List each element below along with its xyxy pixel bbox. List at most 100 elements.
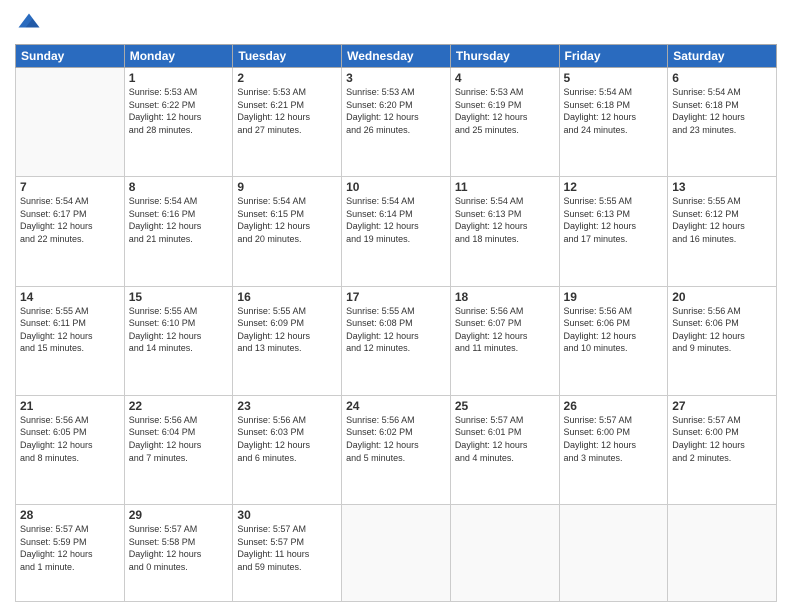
calendar-cell: 10Sunrise: 5:54 AM Sunset: 6:14 PM Dayli… [342,177,451,286]
weekday-header-row: SundayMondayTuesdayWednesdayThursdayFrid… [16,45,777,68]
calendar-cell: 17Sunrise: 5:55 AM Sunset: 6:08 PM Dayli… [342,286,451,395]
day-info: Sunrise: 5:55 AM Sunset: 6:11 PM Dayligh… [20,305,120,355]
day-info: Sunrise: 5:57 AM Sunset: 5:59 PM Dayligh… [20,523,120,573]
calendar-week-0: 1Sunrise: 5:53 AM Sunset: 6:22 PM Daylig… [16,68,777,177]
weekday-header-thursday: Thursday [450,45,559,68]
day-info: Sunrise: 5:54 AM Sunset: 6:18 PM Dayligh… [672,86,772,136]
day-number: 12 [564,180,664,194]
day-info: Sunrise: 5:57 AM Sunset: 5:57 PM Dayligh… [237,523,337,573]
weekday-header-wednesday: Wednesday [342,45,451,68]
day-number: 28 [20,508,120,522]
calendar-cell: 8Sunrise: 5:54 AM Sunset: 6:16 PM Daylig… [124,177,233,286]
day-info: Sunrise: 5:57 AM Sunset: 5:58 PM Dayligh… [129,523,229,573]
day-number: 17 [346,290,446,304]
day-info: Sunrise: 5:54 AM Sunset: 6:13 PM Dayligh… [455,195,555,245]
day-number: 24 [346,399,446,413]
weekday-header-sunday: Sunday [16,45,125,68]
calendar-cell: 19Sunrise: 5:56 AM Sunset: 6:06 PM Dayli… [559,286,668,395]
calendar-cell: 3Sunrise: 5:53 AM Sunset: 6:20 PM Daylig… [342,68,451,177]
day-number: 21 [20,399,120,413]
day-info: Sunrise: 5:54 AM Sunset: 6:18 PM Dayligh… [564,86,664,136]
calendar-cell: 23Sunrise: 5:56 AM Sunset: 6:03 PM Dayli… [233,395,342,504]
calendar-cell [559,505,668,602]
day-info: Sunrise: 5:56 AM Sunset: 6:05 PM Dayligh… [20,414,120,464]
calendar-cell: 22Sunrise: 5:56 AM Sunset: 6:04 PM Dayli… [124,395,233,504]
day-number: 8 [129,180,229,194]
calendar-cell: 24Sunrise: 5:56 AM Sunset: 6:02 PM Dayli… [342,395,451,504]
day-info: Sunrise: 5:56 AM Sunset: 6:03 PM Dayligh… [237,414,337,464]
day-info: Sunrise: 5:55 AM Sunset: 6:09 PM Dayligh… [237,305,337,355]
calendar-table: SundayMondayTuesdayWednesdayThursdayFrid… [15,44,777,602]
day-number: 7 [20,180,120,194]
calendar-cell: 29Sunrise: 5:57 AM Sunset: 5:58 PM Dayli… [124,505,233,602]
calendar-cell: 20Sunrise: 5:56 AM Sunset: 6:06 PM Dayli… [668,286,777,395]
calendar-cell: 30Sunrise: 5:57 AM Sunset: 5:57 PM Dayli… [233,505,342,602]
calendar-cell: 21Sunrise: 5:56 AM Sunset: 6:05 PM Dayli… [16,395,125,504]
day-info: Sunrise: 5:56 AM Sunset: 6:04 PM Dayligh… [129,414,229,464]
day-info: Sunrise: 5:55 AM Sunset: 6:10 PM Dayligh… [129,305,229,355]
day-info: Sunrise: 5:56 AM Sunset: 6:02 PM Dayligh… [346,414,446,464]
calendar-cell: 2Sunrise: 5:53 AM Sunset: 6:21 PM Daylig… [233,68,342,177]
weekday-header-saturday: Saturday [668,45,777,68]
calendar-cell [16,68,125,177]
day-number: 2 [237,71,337,85]
calendar-cell: 14Sunrise: 5:55 AM Sunset: 6:11 PM Dayli… [16,286,125,395]
day-number: 19 [564,290,664,304]
day-info: Sunrise: 5:56 AM Sunset: 6:06 PM Dayligh… [564,305,664,355]
calendar-cell: 15Sunrise: 5:55 AM Sunset: 6:10 PM Dayli… [124,286,233,395]
calendar-cell [668,505,777,602]
day-number: 29 [129,508,229,522]
day-number: 22 [129,399,229,413]
calendar-cell: 11Sunrise: 5:54 AM Sunset: 6:13 PM Dayli… [450,177,559,286]
calendar-cell [450,505,559,602]
day-number: 13 [672,180,772,194]
day-info: Sunrise: 5:53 AM Sunset: 6:22 PM Dayligh… [129,86,229,136]
calendar-cell: 16Sunrise: 5:55 AM Sunset: 6:09 PM Dayli… [233,286,342,395]
day-number: 26 [564,399,664,413]
calendar-cell: 27Sunrise: 5:57 AM Sunset: 6:00 PM Dayli… [668,395,777,504]
day-info: Sunrise: 5:56 AM Sunset: 6:07 PM Dayligh… [455,305,555,355]
day-number: 25 [455,399,555,413]
calendar-body: 1Sunrise: 5:53 AM Sunset: 6:22 PM Daylig… [16,68,777,602]
calendar-cell: 9Sunrise: 5:54 AM Sunset: 6:15 PM Daylig… [233,177,342,286]
calendar-cell: 25Sunrise: 5:57 AM Sunset: 6:01 PM Dayli… [450,395,559,504]
calendar-cell: 7Sunrise: 5:54 AM Sunset: 6:17 PM Daylig… [16,177,125,286]
day-info: Sunrise: 5:54 AM Sunset: 6:14 PM Dayligh… [346,195,446,245]
day-number: 20 [672,290,772,304]
day-number: 4 [455,71,555,85]
day-info: Sunrise: 5:54 AM Sunset: 6:17 PM Dayligh… [20,195,120,245]
day-number: 9 [237,180,337,194]
day-number: 11 [455,180,555,194]
calendar-week-1: 7Sunrise: 5:54 AM Sunset: 6:17 PM Daylig… [16,177,777,286]
day-info: Sunrise: 5:53 AM Sunset: 6:19 PM Dayligh… [455,86,555,136]
day-number: 10 [346,180,446,194]
day-info: Sunrise: 5:56 AM Sunset: 6:06 PM Dayligh… [672,305,772,355]
calendar-cell: 28Sunrise: 5:57 AM Sunset: 5:59 PM Dayli… [16,505,125,602]
day-number: 3 [346,71,446,85]
day-number: 5 [564,71,664,85]
calendar-week-3: 21Sunrise: 5:56 AM Sunset: 6:05 PM Dayli… [16,395,777,504]
calendar-cell: 12Sunrise: 5:55 AM Sunset: 6:13 PM Dayli… [559,177,668,286]
weekday-header-monday: Monday [124,45,233,68]
day-info: Sunrise: 5:55 AM Sunset: 6:12 PM Dayligh… [672,195,772,245]
calendar-cell: 18Sunrise: 5:56 AM Sunset: 6:07 PM Dayli… [450,286,559,395]
calendar-cell [342,505,451,602]
day-number: 27 [672,399,772,413]
day-info: Sunrise: 5:57 AM Sunset: 6:00 PM Dayligh… [672,414,772,464]
day-number: 16 [237,290,337,304]
calendar-cell: 6Sunrise: 5:54 AM Sunset: 6:18 PM Daylig… [668,68,777,177]
day-number: 18 [455,290,555,304]
calendar-cell: 5Sunrise: 5:54 AM Sunset: 6:18 PM Daylig… [559,68,668,177]
calendar-week-4: 28Sunrise: 5:57 AM Sunset: 5:59 PM Dayli… [16,505,777,602]
day-info: Sunrise: 5:54 AM Sunset: 6:15 PM Dayligh… [237,195,337,245]
day-number: 23 [237,399,337,413]
calendar-cell: 13Sunrise: 5:55 AM Sunset: 6:12 PM Dayli… [668,177,777,286]
calendar-cell: 26Sunrise: 5:57 AM Sunset: 6:00 PM Dayli… [559,395,668,504]
header [15,10,777,38]
day-info: Sunrise: 5:53 AM Sunset: 6:21 PM Dayligh… [237,86,337,136]
day-number: 1 [129,71,229,85]
logo-icon [15,10,43,38]
calendar-cell: 4Sunrise: 5:53 AM Sunset: 6:19 PM Daylig… [450,68,559,177]
day-info: Sunrise: 5:57 AM Sunset: 6:01 PM Dayligh… [455,414,555,464]
day-number: 14 [20,290,120,304]
